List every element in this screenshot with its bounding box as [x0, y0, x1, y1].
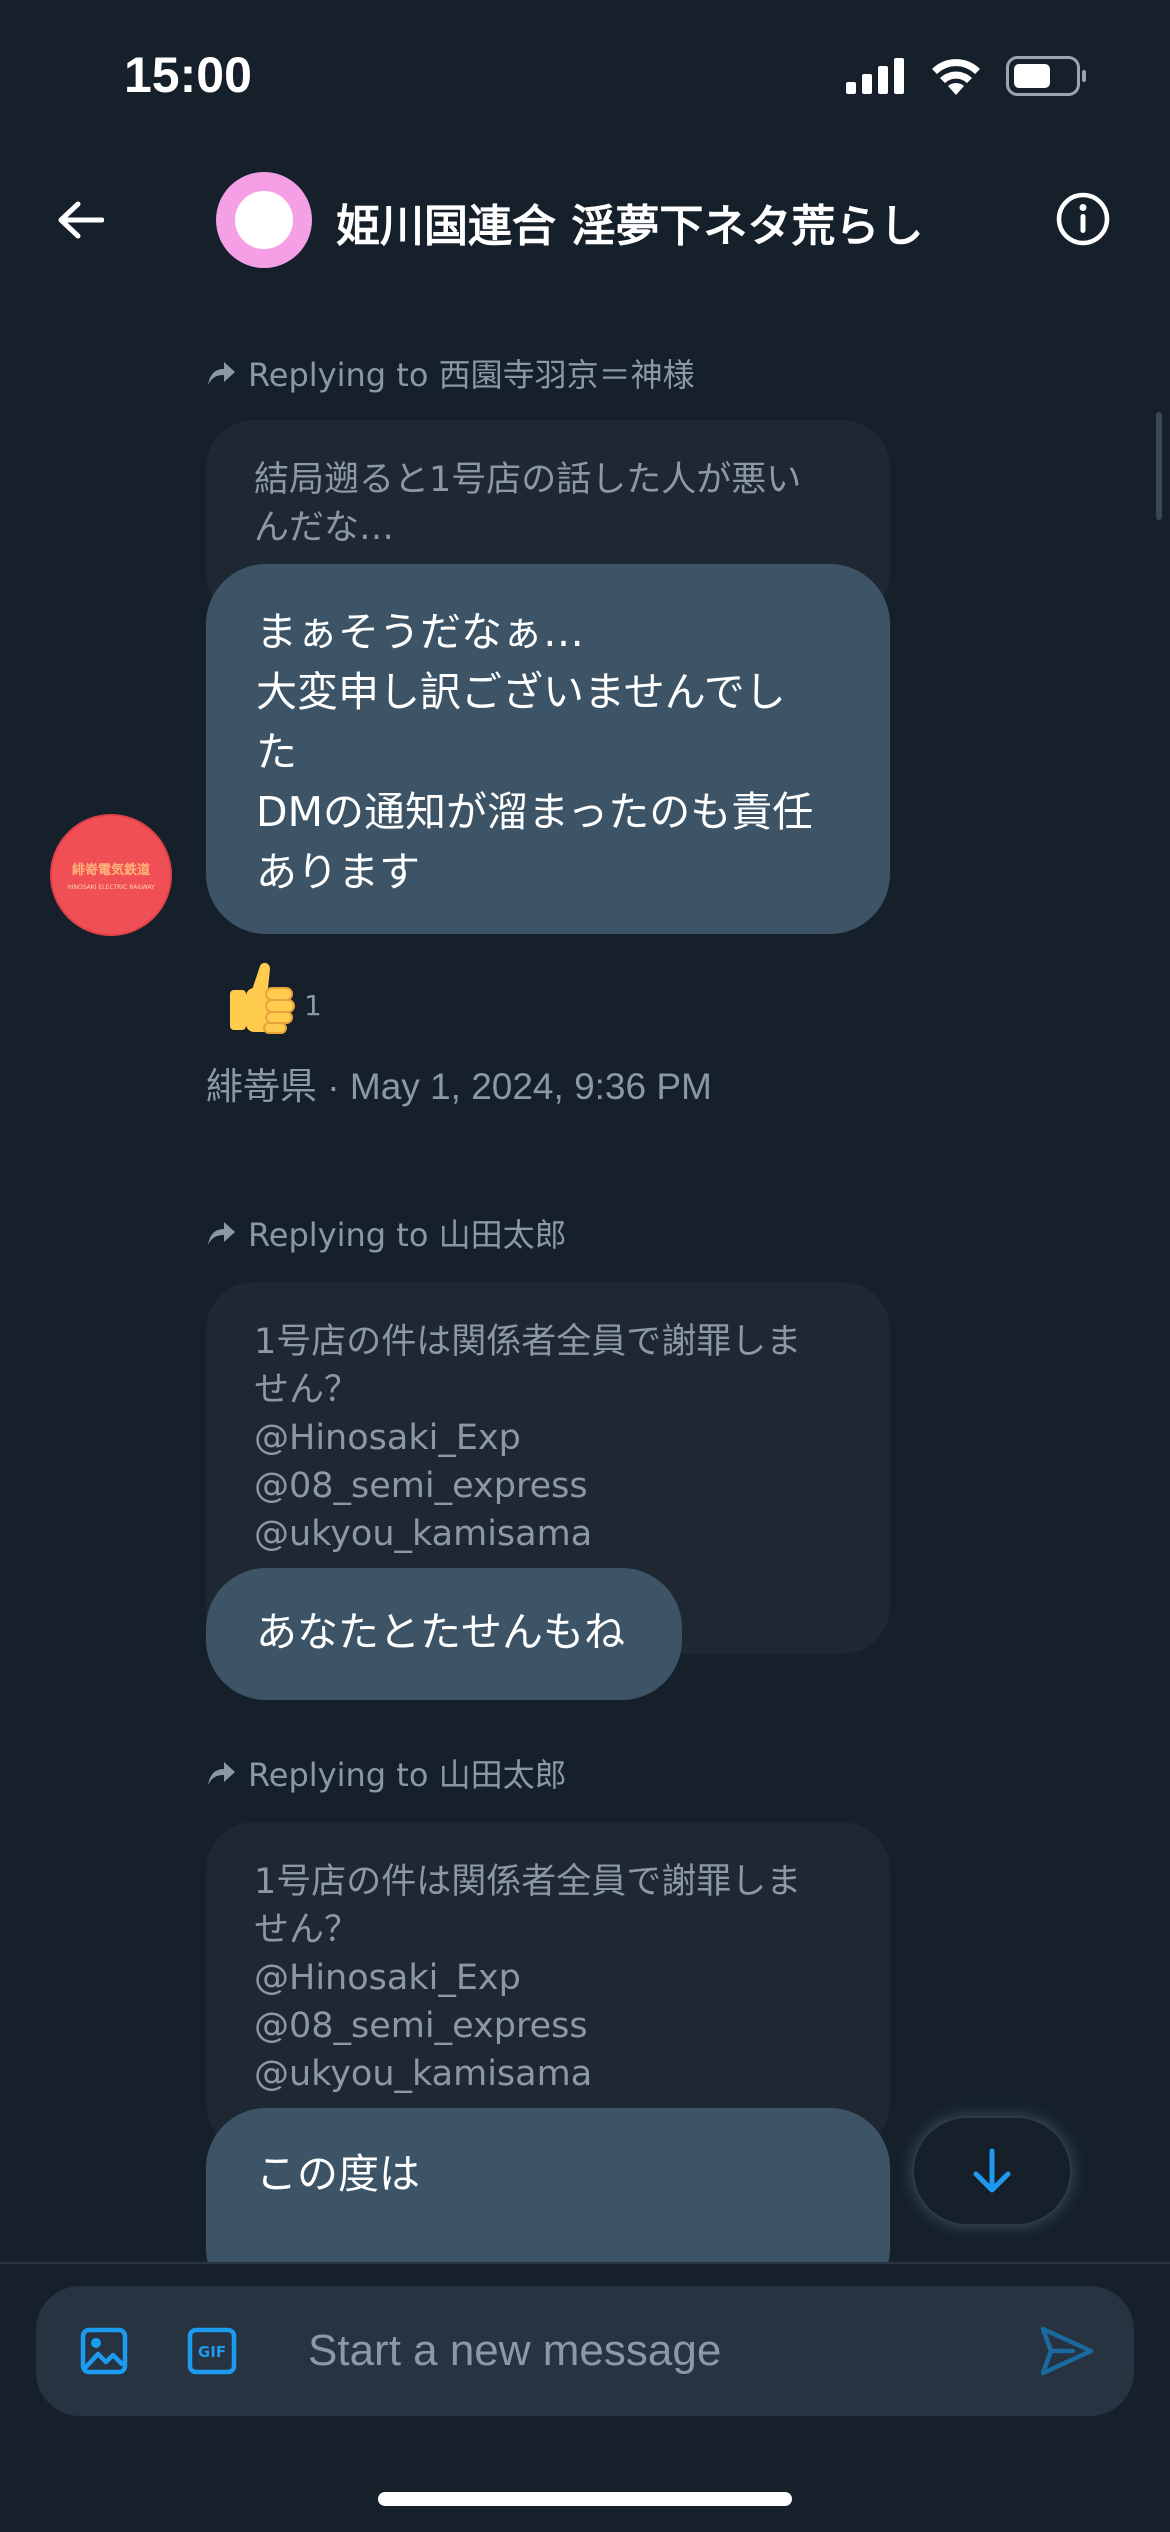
- reaction[interactable]: 1: [226, 960, 322, 1040]
- send-button[interactable]: [1034, 2320, 1100, 2382]
- reply-context[interactable]: Replying to 山田太郎: [206, 1750, 567, 1796]
- message-timestamp: 緋嵜県 · May 1, 2024, 9:36 PM: [206, 1066, 712, 1107]
- message-bubble[interactable]: まぁそうだなぁ… 大変申し訳ございませんでし た DMの通知が溜まったのも責任 …: [206, 564, 890, 934]
- quoted-text-line: @08_semi_express: [254, 2006, 588, 2046]
- message-text-line: た: [256, 728, 297, 776]
- status-bar: 15:00: [0, 0, 1170, 140]
- quoted-message[interactable]: 1号店の件は関係者全員で謝罪しま せん？ @Hinosaki_Exp @08_s…: [206, 1822, 890, 2152]
- scroll-to-bottom-button[interactable]: [912, 2116, 1072, 2226]
- signal-icon: [846, 58, 904, 94]
- quoted-text-line: 結局遡ると1号店の話した人が悪い: [254, 460, 802, 500]
- info-circle-icon: [1056, 192, 1110, 246]
- reply-context[interactable]: Replying to 西園寺羽京＝神様: [206, 350, 695, 396]
- quoted-text-line: @ukyou_kamisama: [254, 2054, 593, 2094]
- quoted-text-line: せん？: [254, 1910, 360, 1950]
- quoted-text-line: @08_semi_express: [254, 1466, 588, 1506]
- reply-arrow-icon: [208, 1762, 235, 1785]
- message-text-line: DMの通知が溜まったのも責任: [256, 788, 814, 836]
- reply-arrow-icon: [208, 362, 235, 385]
- message-text-line: 大変申し訳ございませんでし: [256, 668, 786, 716]
- quoted-text-line: @Hinosaki_Exp: [254, 1418, 521, 1458]
- quoted-text-line: @ukyou_kamisama: [254, 1514, 593, 1554]
- reply-context[interactable]: Replying to 山田太郎: [206, 1210, 567, 1256]
- arrow-down-icon: [973, 2148, 1011, 2193]
- info-button[interactable]: [1054, 190, 1112, 248]
- conversation-header: 姫川国連合 淫夢下ネタ荒らし: [0, 150, 1170, 290]
- status-icons: [846, 56, 1088, 96]
- battery-icon: [1006, 56, 1086, 96]
- reply-arrow-icon: [208, 1222, 235, 1245]
- quoted-text-line: 1号店の件は関係者全員で謝罪しま: [254, 1862, 802, 1902]
- add-media-button[interactable]: [76, 2323, 132, 2379]
- quoted-text-line: せん？: [254, 1370, 360, 1410]
- image-icon: [80, 2327, 128, 2375]
- message-text-line: あります: [256, 848, 420, 896]
- thumbs-up-icon: [226, 960, 298, 1040]
- gif-icon: GIF: [187, 2327, 237, 2375]
- status-time: 15:00: [124, 47, 252, 103]
- group-avatar[interactable]: [216, 172, 312, 268]
- quoted-text-line: んだな…: [254, 508, 395, 548]
- reaction-count: 1: [304, 989, 322, 1022]
- message-input[interactable]: [306, 2311, 1026, 2391]
- conversation-title[interactable]: 姫川国連合 淫夢下ネタ荒らし: [336, 190, 923, 254]
- home-indicator[interactable]: [378, 2492, 792, 2506]
- arrow-left-icon: [58, 201, 104, 239]
- avatar-logo-text: 緋嵜電気鉄道: [71, 863, 150, 878]
- add-gif-button[interactable]: GIF: [184, 2323, 240, 2379]
- sender-avatar[interactable]: 緋嵜電気鉄道 HINOSAKI ELECTRIC RAILWAY: [50, 814, 172, 936]
- back-button[interactable]: [48, 192, 112, 248]
- message-text-line: あなたとたせんもね: [256, 1608, 625, 1656]
- quoted-text-line: 1号店の件は関係者全員で謝罪しま: [254, 1322, 802, 1362]
- message-composer: GIF: [36, 2286, 1134, 2416]
- svg-text:GIF: GIF: [198, 2343, 226, 2361]
- message-text-line: この度は: [256, 2150, 420, 2198]
- scrollbar[interactable]: [1156, 412, 1162, 520]
- message-bubble[interactable]: あなたとたせんもね: [206, 1568, 682, 1700]
- wifi-icon: [932, 59, 980, 95]
- reply-context-label: Replying to 山田太郎: [248, 1756, 567, 1794]
- quoted-text-line: @Hinosaki_Exp: [254, 1958, 521, 1998]
- reply-context-label: Replying to 山田太郎: [248, 1216, 567, 1254]
- avatar-logo-subtext: HINOSAKI ELECTRIC RAILWAY: [67, 884, 155, 891]
- message-text-line: まぁそうだなぁ…: [256, 608, 584, 656]
- send-icon: [1040, 2326, 1094, 2376]
- reply-context-label: Replying to 西園寺羽京＝神様: [248, 356, 695, 394]
